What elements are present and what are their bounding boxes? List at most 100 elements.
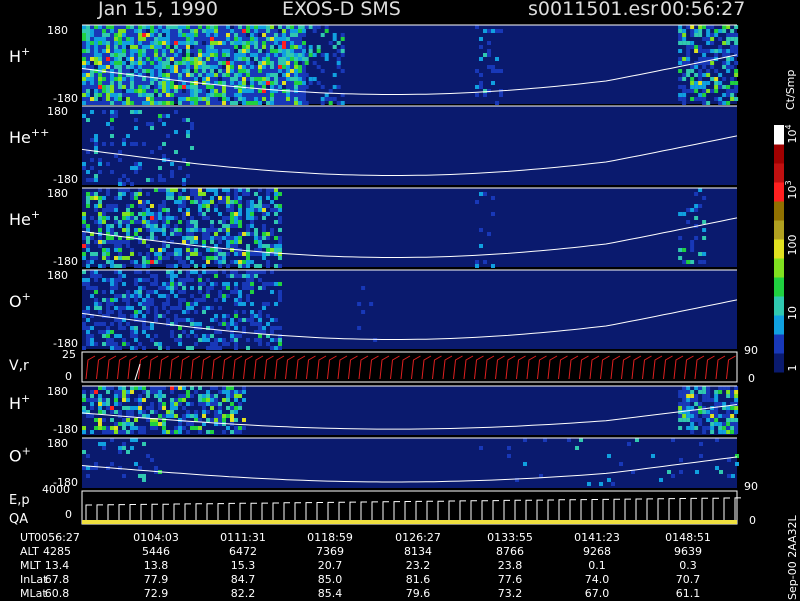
count-cell bbox=[226, 286, 230, 290]
count-cell bbox=[138, 286, 142, 290]
count-cell bbox=[262, 81, 266, 85]
count-cell bbox=[210, 200, 214, 204]
count-cell bbox=[198, 322, 202, 326]
count-cell bbox=[82, 466, 86, 470]
count-cell bbox=[82, 212, 86, 216]
count-cell bbox=[134, 25, 138, 29]
count-cell bbox=[126, 256, 130, 260]
count-cell bbox=[130, 386, 134, 390]
count-cell bbox=[130, 77, 134, 81]
count-cell bbox=[262, 41, 266, 45]
count-cell bbox=[250, 278, 254, 282]
count-cell bbox=[110, 65, 114, 69]
count-cell bbox=[98, 170, 102, 174]
count-cell bbox=[86, 93, 90, 97]
count-cell bbox=[182, 69, 186, 73]
count-cell bbox=[174, 93, 178, 97]
count-cell bbox=[298, 81, 302, 85]
count-cell bbox=[210, 97, 214, 101]
count-cell bbox=[278, 37, 282, 41]
count-cell bbox=[714, 53, 719, 57]
count-cell bbox=[146, 256, 150, 260]
count-cell bbox=[308, 49, 313, 53]
count-cell bbox=[222, 228, 226, 232]
count-cell bbox=[94, 174, 98, 178]
count-cell bbox=[340, 53, 345, 57]
count-cell bbox=[222, 338, 226, 342]
count-cell bbox=[178, 260, 182, 264]
count-cell bbox=[186, 101, 190, 105]
count-cell bbox=[106, 406, 110, 410]
count-cell bbox=[266, 188, 270, 192]
count-cell bbox=[702, 394, 707, 398]
count-cell bbox=[719, 470, 723, 474]
count-cell bbox=[266, 33, 270, 37]
count-cell bbox=[150, 248, 154, 252]
count-cell bbox=[698, 188, 703, 192]
count-cell bbox=[202, 85, 206, 89]
count-cell bbox=[246, 216, 250, 220]
count-cell bbox=[170, 414, 174, 418]
count-cell bbox=[134, 41, 138, 45]
count-cell bbox=[82, 29, 86, 33]
count-cell bbox=[234, 252, 238, 256]
count-cell bbox=[702, 93, 707, 97]
count-cell bbox=[706, 25, 711, 29]
count-cell bbox=[250, 97, 254, 101]
count-cell bbox=[210, 25, 214, 29]
count-cell bbox=[110, 338, 114, 342]
count-cell bbox=[166, 85, 170, 89]
count-cell bbox=[274, 248, 278, 252]
count-cell bbox=[686, 73, 691, 77]
count-cell bbox=[126, 77, 130, 81]
count-cell bbox=[730, 422, 735, 426]
count-cell bbox=[304, 53, 309, 57]
count-cell bbox=[226, 61, 230, 65]
ephemeris-value: 67.0 bbox=[584, 587, 610, 600]
count-cell bbox=[154, 25, 158, 29]
count-cell bbox=[106, 49, 110, 53]
count-cell bbox=[130, 426, 134, 430]
count-cell bbox=[86, 73, 90, 77]
count-cell bbox=[150, 45, 154, 49]
count-cell bbox=[86, 200, 90, 204]
count-cell bbox=[146, 97, 150, 101]
count-cell bbox=[82, 244, 86, 248]
count-cell bbox=[114, 41, 118, 45]
count-cell bbox=[226, 314, 230, 318]
count-cell bbox=[206, 430, 210, 434]
count-cell bbox=[118, 422, 122, 426]
count-cell bbox=[98, 302, 102, 306]
count-cell bbox=[90, 286, 94, 290]
count-cell bbox=[206, 248, 210, 252]
count-cell bbox=[182, 278, 186, 282]
count-cell bbox=[686, 45, 691, 49]
count-cell bbox=[86, 77, 90, 81]
count-cell bbox=[190, 260, 194, 264]
count-cell bbox=[106, 65, 110, 69]
count-cell bbox=[262, 85, 266, 89]
count-cell bbox=[94, 302, 98, 306]
credit-label: Sep-00 2AA32L bbox=[786, 515, 799, 600]
count-cell bbox=[686, 53, 691, 57]
count-cell bbox=[222, 25, 226, 29]
count-cell bbox=[234, 270, 238, 274]
count-cell bbox=[110, 118, 114, 122]
count-cell bbox=[206, 398, 210, 402]
count-cell bbox=[262, 282, 266, 286]
count-cell bbox=[186, 302, 190, 306]
count-cell bbox=[274, 244, 278, 248]
count-cell bbox=[523, 438, 527, 442]
count-cell bbox=[678, 61, 683, 65]
count-cell bbox=[150, 65, 154, 69]
count-cell bbox=[170, 290, 174, 294]
count-cell bbox=[286, 37, 290, 41]
count-cell bbox=[210, 61, 214, 65]
count-cell bbox=[678, 49, 683, 53]
count-cell bbox=[154, 386, 158, 390]
count-cell bbox=[731, 474, 735, 478]
count-cell bbox=[714, 97, 719, 101]
count-cell bbox=[218, 338, 222, 342]
count-cell bbox=[694, 29, 699, 33]
count-cell bbox=[158, 61, 162, 65]
